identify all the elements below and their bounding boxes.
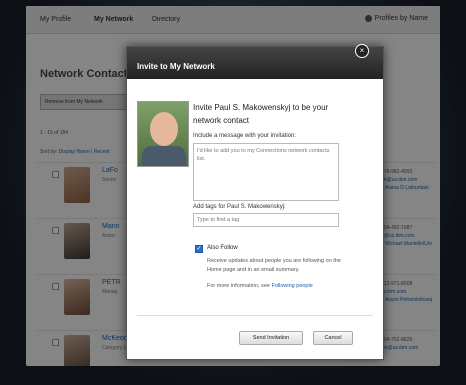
cancel-button[interactable]: Cancel — [313, 331, 353, 345]
more-info-text: For more information, see Following peop… — [207, 283, 313, 289]
follow-description: Receive updates about people you are fol… — [207, 258, 341, 273]
tags-label: Add tags for Paul S. Makowenskyj: — [193, 204, 286, 210]
invite-dialog: Invite to My Network Invite Paul S. Mako… — [126, 46, 384, 360]
photo-shirt — [142, 146, 186, 166]
dialog-divider — [137, 315, 373, 316]
message-textarea[interactable]: I'd like to add you to my Connections ne… — [193, 143, 339, 201]
send-invitation-button[interactable]: Send Invitation — [239, 331, 303, 345]
dialog-title: Invite to My Network — [127, 47, 383, 79]
following-people-link[interactable]: Following people — [272, 283, 313, 289]
more-info-prefix: For more information, see — [207, 283, 270, 289]
tags-input[interactable]: Type to find a tag — [193, 213, 339, 227]
video-frame: My Profile My Network Directory Profiles… — [0, 0, 466, 385]
invite-heading: Invite Paul S. Makowenskyj to be your ne… — [193, 103, 329, 125]
close-icon[interactable]: × — [355, 44, 369, 58]
message-label: Include a message with your invitation: — [193, 133, 297, 139]
also-follow-label: Also Follow — [207, 245, 238, 251]
photo-face — [150, 112, 178, 146]
also-follow-checkbox[interactable]: ✓ — [195, 245, 203, 253]
browser-screen: My Profile My Network Directory Profiles… — [26, 6, 440, 366]
invitee-photo — [137, 101, 189, 167]
